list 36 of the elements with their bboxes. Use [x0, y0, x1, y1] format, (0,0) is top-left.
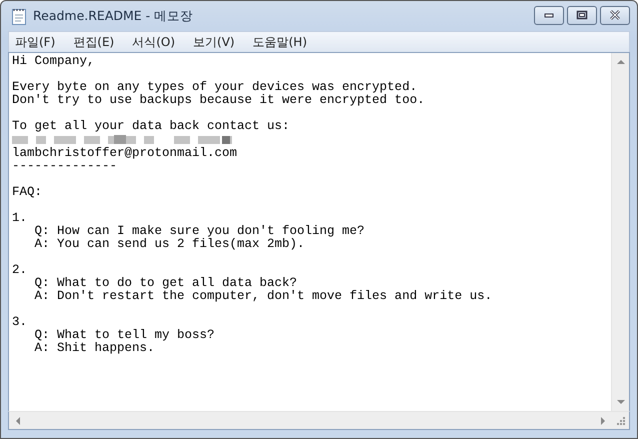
- text-line: lambchristoffer@protonmail.com: [12, 146, 238, 160]
- text-line: --------------: [12, 159, 118, 173]
- resize-grip-icon[interactable]: [616, 416, 626, 426]
- scroll-right-icon: [601, 416, 606, 424]
- close-icon: [609, 10, 621, 20]
- menu-item[interactable]: 파일(F): [15, 34, 56, 50]
- window-title: Readme.README - 메모장: [33, 8, 194, 24]
- scroll-up-icon: [616, 59, 624, 64]
- menu-item[interactable]: 편집(E): [73, 34, 114, 50]
- text-area[interactable]: [8, 52, 630, 411]
- text-line: Every byte on any types of your devices was encrypted.: [12, 80, 418, 94]
- text-line: Don't try to use backups because it were encrypted too.: [12, 93, 425, 107]
- text-line: A: Don't restart the computer, don't move files and write us.: [34, 289, 492, 303]
- minimize-button[interactable]: [534, 6, 564, 24]
- maximize-icon: [576, 10, 588, 20]
- text-line: Q: What to tell my boss?: [34, 328, 215, 342]
- text-line: FAQ:: [12, 185, 42, 199]
- text-line: 1.: [12, 211, 28, 225]
- close-button[interactable]: [600, 6, 630, 24]
- text-line: A: Shit happens.: [34, 341, 155, 355]
- text-line: Q: How can I make sure you don't fooling me?: [34, 224, 365, 238]
- notepad-icon: [11, 7, 27, 25]
- vertical-scrollbar[interactable]: [611, 53, 629, 411]
- menu-item[interactable]: 보기(V): [193, 34, 235, 50]
- menu-item[interactable]: 서식(O): [132, 34, 176, 50]
- maximize-button[interactable]: [567, 6, 597, 24]
- text-line: A: You can send us 2 files(max 2mb).: [34, 237, 305, 251]
- text-line: 2.: [12, 263, 28, 277]
- minimize-icon: [544, 12, 554, 18]
- scroll-left-icon: [15, 416, 20, 424]
- text-line: 3.: [12, 315, 28, 329]
- menu-item[interactable]: 도움말(H): [252, 34, 307, 50]
- scroll-down-icon: [616, 400, 624, 405]
- text-line: To get all your data back contact us:: [12, 119, 290, 133]
- text-line: Q: What to do to get all data back?: [34, 276, 298, 290]
- text-line: Hi Company,: [12, 54, 95, 68]
